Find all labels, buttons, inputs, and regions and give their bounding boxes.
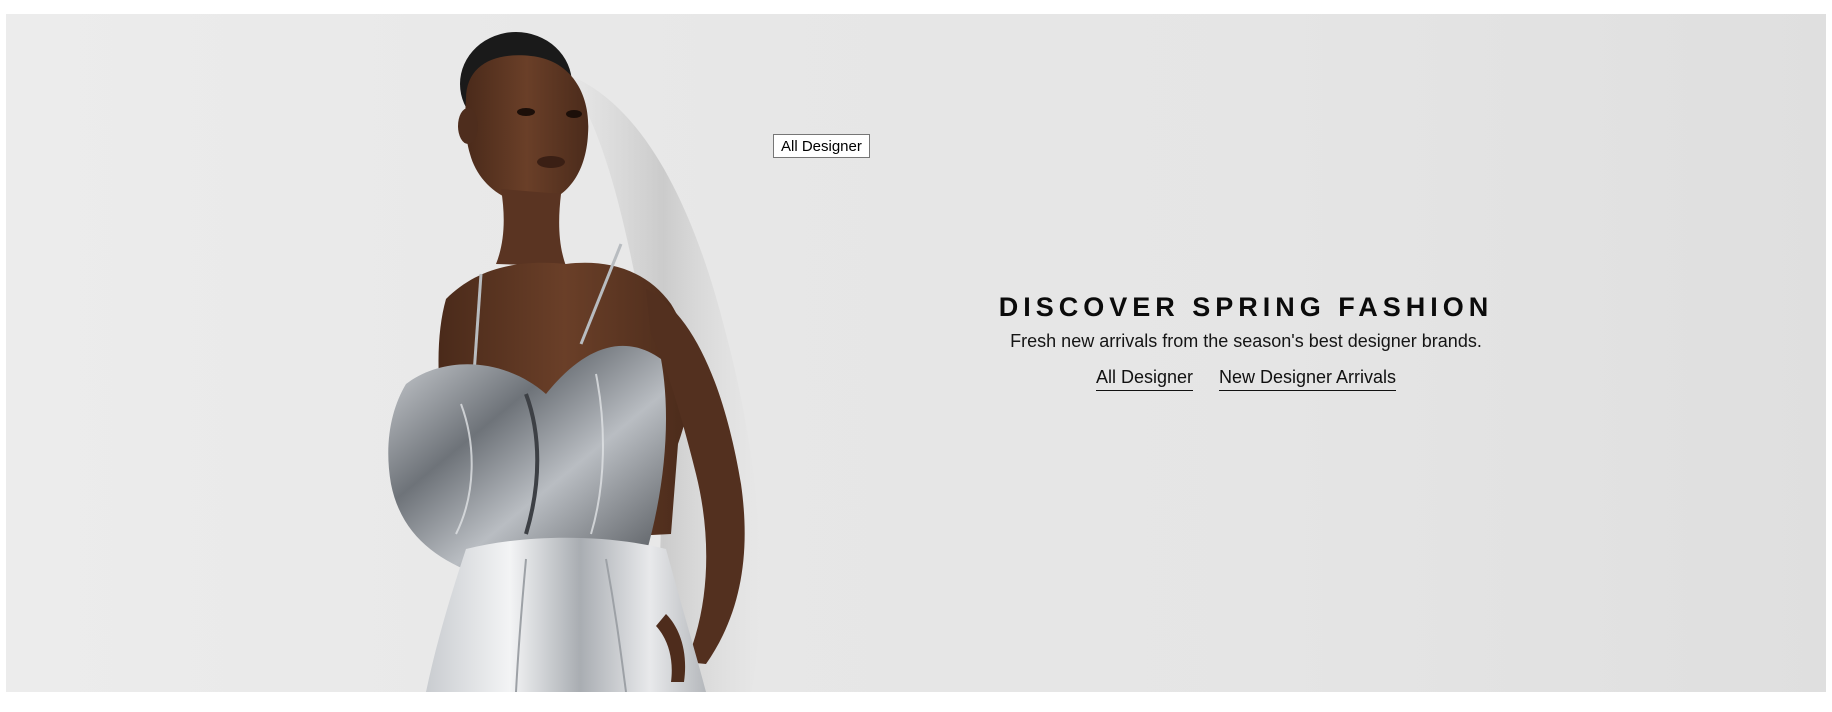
new-designer-arrivals-link[interactable]: New Designer Arrivals <box>1218 365 1397 391</box>
all-designer-link[interactable]: All Designer <box>1095 365 1193 391</box>
link-tooltip: All Designer <box>773 134 870 158</box>
promo-title: DISCOVER SPRING FASHION <box>998 292 1494 322</box>
hero-banner[interactable]: All Designer DISCOVER SPRING FASHION Fre… <box>6 14 1826 692</box>
promo-subtitle: Fresh new arrivals from the season's bes… <box>1010 331 1482 351</box>
promo-links: All Designer New Designer Arrivals <box>966 365 1526 391</box>
hero-model-image[interactable] <box>6 14 866 692</box>
promo-block: DISCOVER SPRING FASHION Fresh new arriva… <box>966 289 1526 391</box>
